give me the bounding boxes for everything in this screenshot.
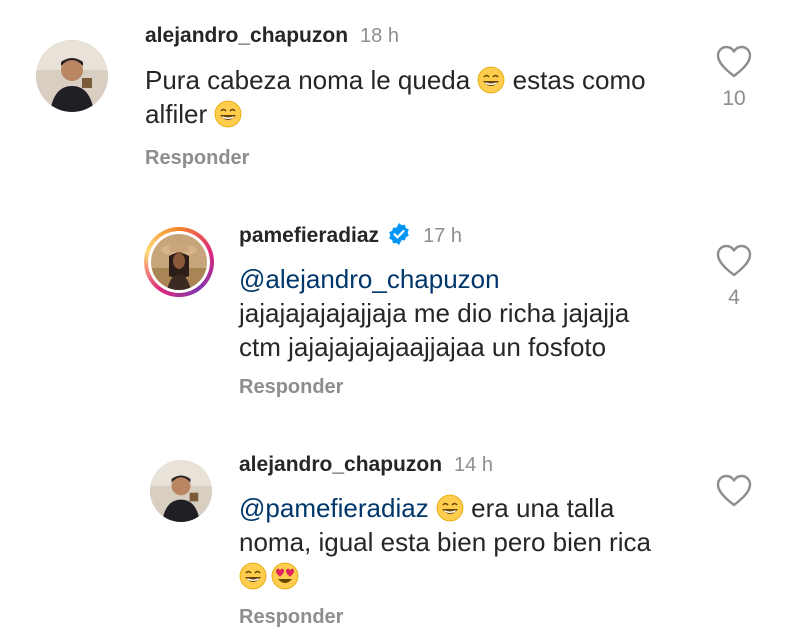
comment-text-part: jajajajajajajjaja me dio richa jajajja [239, 298, 630, 328]
comment-text-part: era una talla [463, 493, 615, 523]
avatar[interactable] [150, 460, 212, 522]
username[interactable]: alejandro_chapuzon 18 h [145, 24, 399, 48]
like-button[interactable] [714, 474, 754, 508]
comment-text-part: noma, igual esta bien pero bien rica [239, 527, 651, 557]
comment-text: @alejandro_chapuzon jajajajajajajjaja me… [239, 262, 699, 364]
like-button[interactable]: 10 [714, 45, 754, 111]
heart-outline-icon[interactable] [716, 244, 752, 278]
mention-link[interactable]: @pamefieradiaz [239, 493, 429, 523]
like-count: 4 [728, 286, 740, 309]
like-button[interactable]: 4 [714, 244, 754, 310]
grinning-sweat-emoji-icon [477, 66, 506, 94]
reply-button[interactable]: Responder [239, 606, 343, 629]
username-text[interactable]: alejandro_chapuzon [145, 24, 348, 47]
mention-link[interactable]: @alejandro_chapuzon [239, 264, 500, 294]
comment-text-part: Pura cabeza noma le queda [145, 65, 478, 95]
reply-button[interactable]: Responder [145, 147, 249, 170]
username[interactable]: alejandro_chapuzon 14 h [239, 453, 493, 477]
comment-text: Pura cabeza noma le queda estas como alf… [145, 63, 705, 131]
timestamp: 14 h [454, 454, 493, 476]
grinning-sweat-emoji-icon [436, 494, 464, 522]
heart-eyes-emoji-icon [271, 562, 299, 590]
comment-text-part: estas como [505, 65, 646, 95]
comment-text: @pamefieradiaz era una talla noma, igual… [239, 491, 699, 593]
verified-badge-icon [389, 223, 409, 245]
timestamp: 18 h [360, 25, 399, 47]
avatar-story-ring[interactable] [144, 227, 214, 297]
grinning-sweat-emoji-icon [214, 100, 243, 128]
comment-text-part: alfiler [145, 99, 215, 129]
grinning-sweat-emoji-icon [239, 562, 267, 590]
heart-outline-icon[interactable] [716, 45, 752, 79]
heart-outline-icon[interactable] [716, 474, 752, 508]
like-count: 10 [722, 87, 746, 110]
avatar[interactable] [151, 234, 207, 290]
username-text[interactable]: pamefieradiaz [239, 224, 379, 247]
username-text[interactable]: alejandro_chapuzon [239, 453, 442, 476]
timestamp: 17 h [423, 225, 462, 247]
username[interactable]: pamefieradiaz 17 h [239, 222, 462, 248]
reply-button[interactable]: Responder [239, 376, 343, 399]
avatar[interactable] [36, 40, 108, 112]
comment-text-part: ctm jajajajajajaajjajaa un fosfoto [239, 332, 607, 362]
